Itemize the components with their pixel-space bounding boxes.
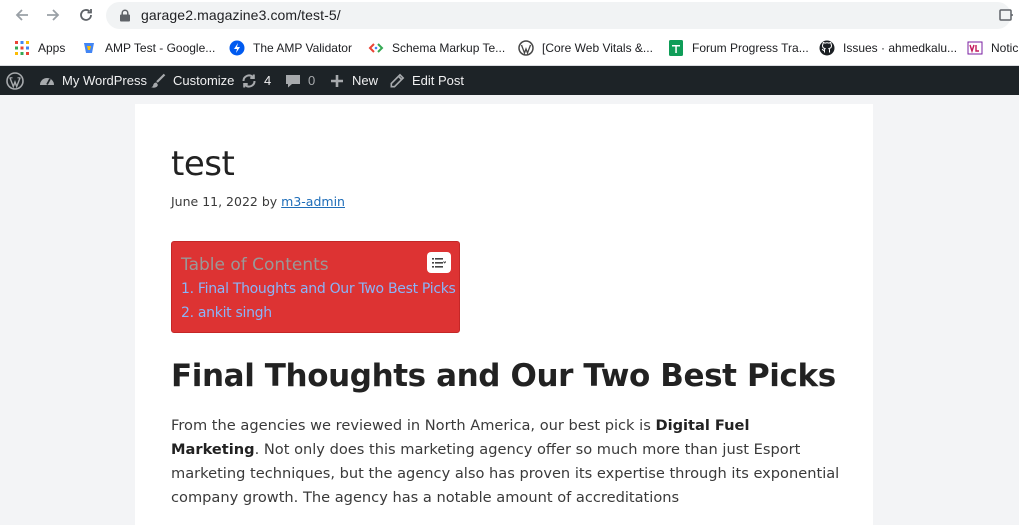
paragraph-text: . Not only does this marketing agency of… <box>171 441 840 506</box>
arrow-left-icon <box>15 9 28 21</box>
url-text[interactable]: garage2.magazine3.com/test-5/ <box>141 7 341 23</box>
bookmark-schema-markup[interactable]: Schema Markup Te... <box>368 39 505 57</box>
reload-icon <box>80 9 92 21</box>
bookmark-label: Apps <box>38 41 66 55</box>
wordpress-logo-icon <box>6 71 24 90</box>
omnibox[interactable]: garage2.magazine3.com/test-5/ <box>106 2 1013 29</box>
wp-new-content[interactable]: New <box>328 66 378 95</box>
pencil-icon <box>388 72 406 90</box>
toc-toggle-button[interactable] <box>427 252 451 273</box>
toc-title: Table of Contents <box>181 255 329 275</box>
wp-site-menu[interactable]: My WordPress <box>38 66 147 95</box>
page-title: test <box>171 144 235 184</box>
wp-comments[interactable]: 0 <box>284 66 315 95</box>
extension-icon[interactable] <box>999 8 1013 22</box>
my-wordpress-label: My WordPress <box>62 73 147 88</box>
bookmark-label: Schema Markup Te... <box>392 41 506 55</box>
wp-edit-post[interactable]: Edit Post <box>388 66 464 95</box>
wp-admin-bar: My WordPress Customize 4 0 New Edit Post <box>0 66 1019 95</box>
post-date: June 11, 2022 <box>171 194 258 209</box>
wordpress-icon <box>518 40 534 56</box>
reload-button[interactable] <box>75 4 97 26</box>
post-content: test June 11, 2022 by m3-admin Table of … <box>135 104 873 525</box>
post-meta: June 11, 2022 by m3-admin <box>171 194 345 209</box>
bookmark-apps[interactable]: Apps <box>14 39 65 57</box>
bookmark-core-web-vitals[interactable]: [Core Web Vitals &... <box>518 39 653 57</box>
forward-button[interactable] <box>42 4 64 26</box>
wp-logo-menu[interactable] <box>6 66 30 95</box>
arrow-right-icon <box>47 9 60 21</box>
post-by: by <box>261 194 278 209</box>
bookmark-label: Notic <box>991 41 1019 55</box>
schema-markup-icon <box>368 40 384 56</box>
browser-toolbar: garage2.magazine3.com/test-5/ <box>0 0 1019 31</box>
body-paragraph: From the agencies we reviewed in North A… <box>171 414 841 510</box>
bookmark-amp-test[interactable]: AMP Test - Google... <box>81 39 215 57</box>
customize-label: Customize <box>173 73 235 88</box>
wp-customize[interactable]: Customize <box>149 66 234 95</box>
sheets-icon <box>668 40 684 56</box>
bookmark-label: The AMP Validator <box>253 41 352 55</box>
author-link[interactable]: m3-admin <box>281 194 345 209</box>
comments-count: 0 <box>308 73 316 88</box>
bookmark-label: Issues · ahmedkalu... <box>843 41 958 55</box>
updates-count: 4 <box>264 73 272 88</box>
table-of-contents: Table of Contents 1. Final Thoughts and … <box>171 241 460 333</box>
lock-icon <box>120 9 130 22</box>
bookmark-amp-validator[interactable]: The AMP Validator <box>229 39 352 57</box>
amp-test-icon <box>81 40 97 56</box>
back-button[interactable] <box>11 4 33 26</box>
bookmark-label: AMP Test - Google... <box>105 41 216 55</box>
section-heading: Final Thoughts and Our Two Best Picks <box>171 358 836 394</box>
wp-updates[interactable]: 4 <box>240 66 271 95</box>
bookmark-label: [Core Web Vitals &... <box>542 41 653 55</box>
apps-grid-icon <box>14 40 30 56</box>
toc-link-final-thoughts[interactable]: 1. Final Thoughts and Our Two Best Picks <box>181 281 456 297</box>
bookmark-github-issues[interactable]: Issues · ahmedkalu... <box>819 39 957 57</box>
amp-bolt-icon <box>229 40 245 56</box>
bookmarks-bar: Apps AMP Test - Google... The AMP Valida… <box>0 31 1019 66</box>
plus-icon <box>328 72 346 90</box>
dashboard-gauge-icon <box>38 72 56 90</box>
notice-icon <box>967 40 983 56</box>
bookmark-notice[interactable]: Notic <box>967 39 1018 57</box>
bookmark-forum-progress[interactable]: Forum Progress Tra... <box>668 39 809 57</box>
edit-post-label: Edit Post <box>412 73 465 88</box>
paragraph-text: From the agencies we reviewed in North A… <box>171 417 656 434</box>
toc-link-ankit-singh[interactable]: 2. ankit singh <box>181 305 272 321</box>
comment-bubble-icon <box>284 72 302 90</box>
list-toggle-icon <box>432 257 446 268</box>
bookmark-label: Forum Progress Tra... <box>692 41 809 55</box>
new-label: New <box>352 73 379 88</box>
github-icon <box>819 40 835 56</box>
paintbrush-icon <box>149 72 167 90</box>
updates-icon <box>240 72 258 90</box>
